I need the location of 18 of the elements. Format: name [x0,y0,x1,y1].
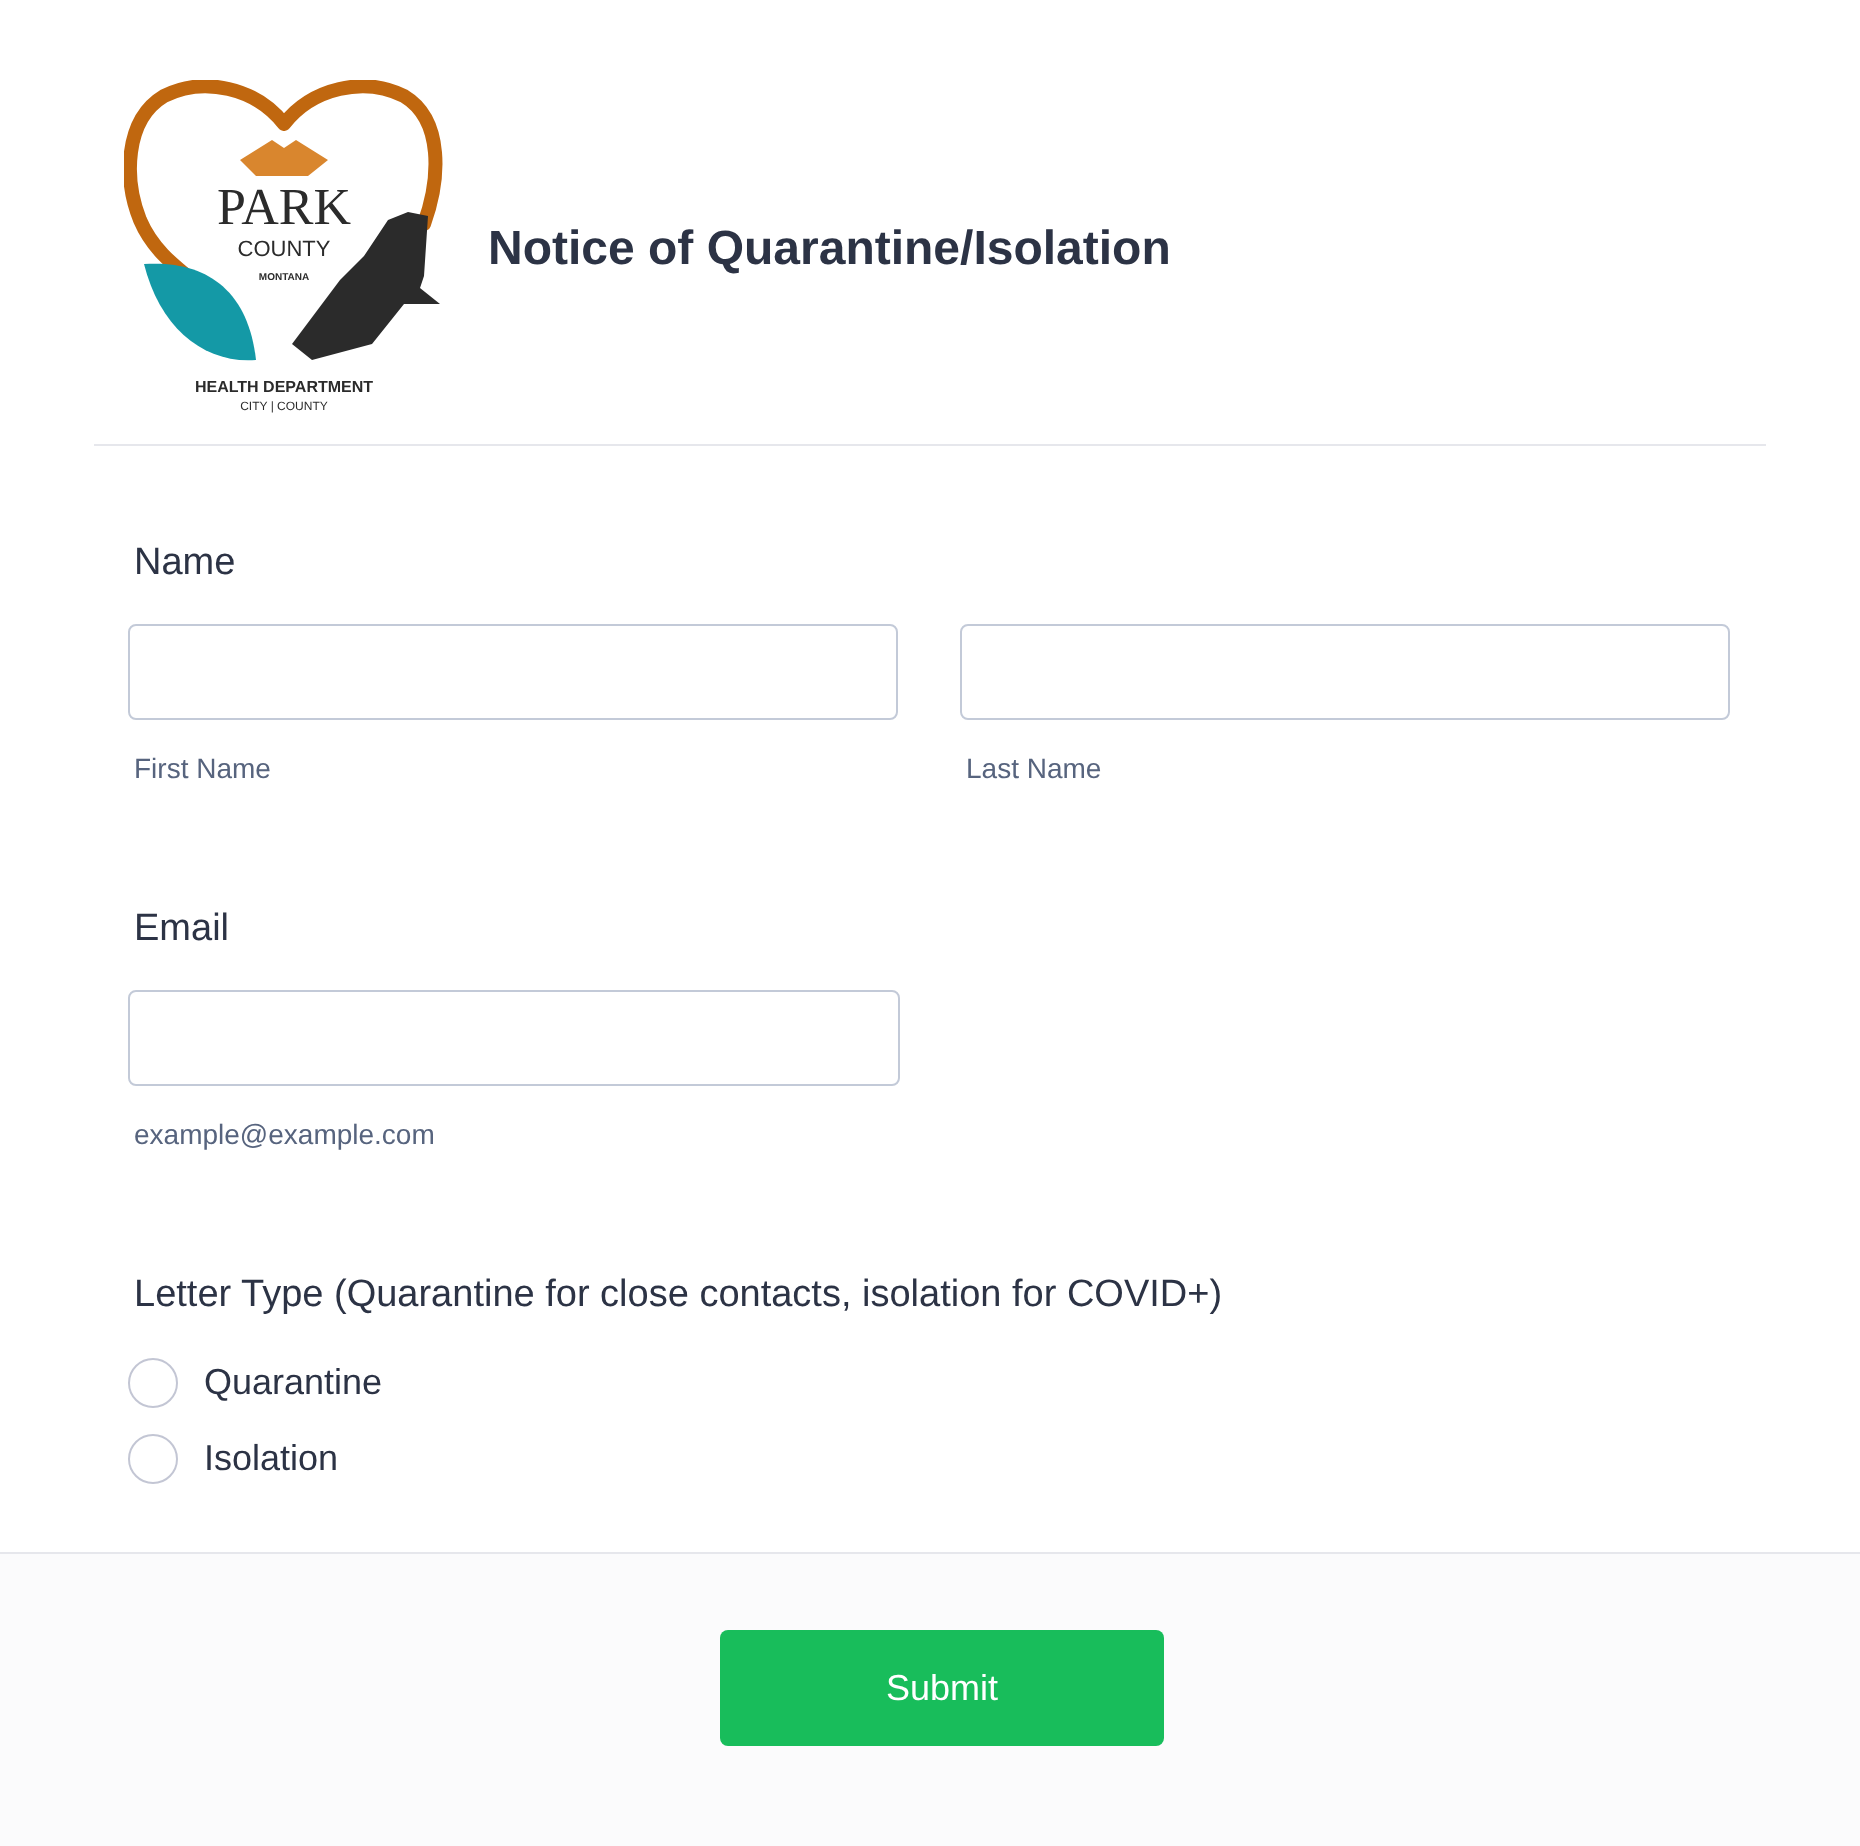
form-title: Notice of Quarantine/Isolation [488,222,1171,278]
field-sublabel: First Name [134,750,273,786]
field-label: Name [134,540,238,588]
logo-text: PARK [217,178,351,236]
field-label: Letter Type (Quarantine for close contacts, isolation for COVID+) [134,1272,1225,1320]
radio-button[interactable] [128,1357,178,1407]
radio-label[interactable]: Quarantine [204,1361,383,1403]
logo-text: HEALTH DEPARTMENT [194,378,374,396]
field-sublabel: example@example.com [134,1116,437,1152]
input-field[interactable] [960,624,1730,720]
field-sublabel: Last Name [966,750,1104,786]
radio-button[interactable] [128,1433,178,1483]
leaf-drawing [144,263,256,361]
input-field[interactable] [128,990,900,1086]
input-field[interactable] [128,624,898,720]
field-label: Email [134,906,232,954]
radio-label[interactable]: Isolation [204,1437,339,1479]
logo-text: COUNTY [237,238,331,262]
